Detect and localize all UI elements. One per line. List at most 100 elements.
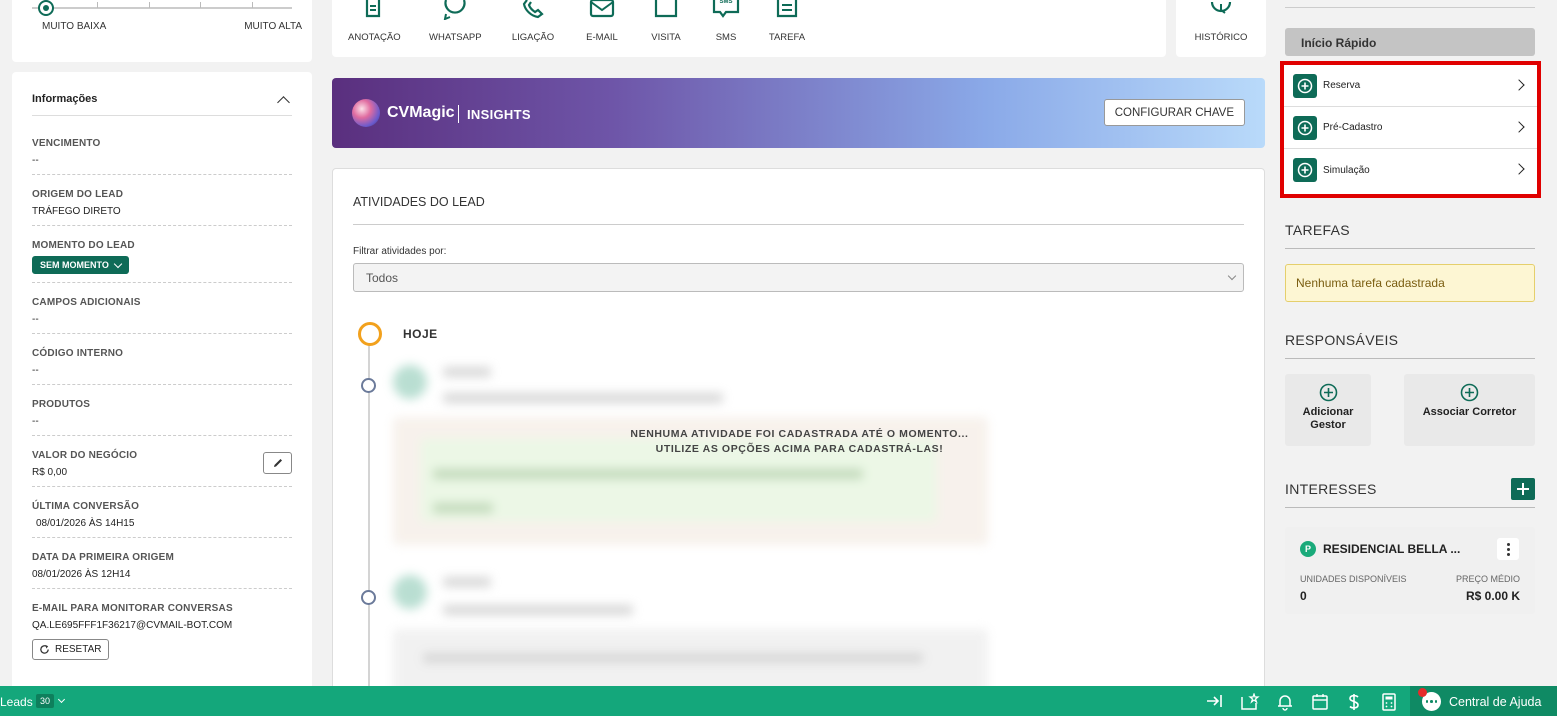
- calculator-icon[interactable]: [1381, 693, 1397, 711]
- quick-item-pre-cadastro[interactable]: Pré-Cadastro: [1284, 107, 1537, 149]
- action-label: TAREFA: [768, 32, 806, 43]
- associate-broker-button[interactable]: Associar Corretor: [1404, 374, 1535, 446]
- price-value: R$ 0.00 K: [1465, 589, 1520, 603]
- units-label: UNIDADES DISPONÍVEIS: [1300, 574, 1407, 584]
- field-value: 08/01/2026 ÀS 14H15: [36, 518, 135, 529]
- history-button[interactable]: HISTÓRICO: [1176, 0, 1266, 57]
- field-label: VALOR DO NEGÓCIO: [32, 450, 138, 461]
- edit-value-button[interactable]: [263, 452, 292, 474]
- chevron-down-icon[interactable]: [57, 695, 66, 704]
- action-visita[interactable]: VISITA: [644, 0, 688, 43]
- slider-tick: [200, 2, 201, 8]
- price-label: PREÇO MÉDIO: [1455, 574, 1520, 584]
- field-produtos: PRODUTOS --: [32, 385, 292, 436]
- action-tarefa[interactable]: TAREFA: [764, 0, 810, 43]
- quick-item-simulacao[interactable]: Simulação: [1284, 149, 1537, 191]
- bottom-bar: Leads 30 Central de Ajuda: [0, 686, 1557, 716]
- priority-slider-card: MUITO BAIXA MUITO ALTA: [12, 0, 312, 62]
- quick-start-menu: Reserva Pré-Cadastro Simulação: [1280, 61, 1541, 198]
- associate-broker-label: Associar Corretor: [1422, 406, 1517, 418]
- field-value: R$ 0,00: [32, 467, 68, 478]
- no-tasks-alert: Nenhuma tarefa cadastrada: [1285, 264, 1535, 302]
- plus-circle-icon: [1293, 73, 1317, 98]
- field-label: CAMPOS ADICIONAIS: [32, 297, 141, 308]
- momento-dropdown-button[interactable]: SEM MOMENTO: [32, 256, 129, 274]
- field-label: DATA DA PRIMEIRA ORIGEM: [32, 552, 175, 563]
- field-value: --: [32, 155, 39, 166]
- field-campos: CAMPOS ADICIONAIS --: [32, 283, 292, 334]
- kebab-menu-icon[interactable]: [1497, 538, 1519, 560]
- action-sms[interactable]: SMS SMS: [708, 0, 744, 43]
- action-email[interactable]: E-MAIL: [580, 0, 624, 43]
- priority-slider-track[interactable]: [32, 7, 292, 9]
- dollar-icon[interactable]: [1347, 693, 1361, 711]
- field-value: QA.LE695FFF1F36217@CVMAIL-BOT.COM: [32, 620, 233, 631]
- field-valor: VALOR DO NEGÓCIO R$ 0,00: [32, 436, 292, 487]
- interests-title: INTERESSES: [1285, 481, 1377, 497]
- reset-button[interactable]: RESETAR: [32, 639, 109, 660]
- banner-product: INSIGHTS: [467, 107, 531, 122]
- whatsapp-icon: [443, 0, 466, 20]
- add-manager-button[interactable]: Adicionar Gestor: [1285, 374, 1371, 446]
- plus-icon: [1517, 483, 1529, 495]
- action-anotacao[interactable]: ANOTAÇÃO: [348, 0, 401, 43]
- field-value: --: [32, 416, 39, 427]
- empty-message-line: NENHUMA ATIVIDADE FOI CADASTRADA ATÉ O M…: [630, 428, 969, 440]
- divider: [1285, 507, 1535, 508]
- priority-slider-knob[interactable]: [38, 0, 54, 16]
- note-icon: [365, 0, 381, 18]
- field-primeira: DATA DA PRIMEIRA ORIGEM 08/01/2026 ÀS 12…: [32, 538, 292, 589]
- info-header[interactable]: Informações: [32, 72, 292, 116]
- quick-start-header: Início Rápido: [1285, 28, 1535, 56]
- interest-name: RESIDENCIAL BELLA ...: [1323, 542, 1461, 556]
- cvmagic-logo: [352, 99, 380, 127]
- plus-circle-icon: [1293, 158, 1317, 182]
- leads-count-badge: 30: [36, 694, 55, 708]
- responsibles-title: RESPONSÁVEIS: [1285, 332, 1399, 348]
- configure-key-button[interactable]: CONFIGURAR CHAVE: [1103, 99, 1245, 126]
- add-interest-button[interactable]: [1511, 478, 1535, 500]
- cvmagic-insights-banner: CVMagic INSIGHTS CONFIGURAR CHAVE: [332, 78, 1265, 148]
- chevron-right-icon: [1513, 79, 1525, 91]
- field-label: E-MAIL PARA MONITORAR CONVERSAS: [32, 603, 233, 614]
- action-whatsapp[interactable]: WHATSAPP: [429, 0, 482, 43]
- calendar-star-icon[interactable]: [1240, 693, 1260, 711]
- field-label: PRODUTOS: [32, 399, 91, 410]
- field-ultima: ÚLTIMA CONVERSÃO 08/01/2026 ÀS 14H15: [32, 487, 292, 538]
- divider: [1285, 7, 1535, 8]
- calendar-icon[interactable]: [1311, 693, 1329, 711]
- chevron-up-icon[interactable]: [277, 96, 290, 109]
- reset-label: RESETAR: [55, 644, 102, 655]
- action-ligacao[interactable]: LIGAÇÃO: [509, 0, 557, 43]
- help-center-button[interactable]: Central de Ajuda: [1410, 686, 1557, 716]
- field-label: MOMENTO DO LEAD: [32, 240, 135, 251]
- plus-circle-icon: [1319, 383, 1337, 402]
- empty-message-line: UTILIZE AS OPÇÕES ACIMA PARA CADASTRÁ-LA…: [655, 443, 944, 455]
- quick-item-reserva[interactable]: Reserva: [1284, 65, 1537, 107]
- exit-arrow-icon[interactable]: [1206, 693, 1224, 709]
- help-center-label: Central de Ajuda: [1449, 695, 1542, 709]
- action-label: VISITA: [651, 32, 681, 43]
- leads-tab-label[interactable]: Leads: [0, 695, 33, 709]
- slider-tick: [97, 2, 98, 8]
- divider: [1285, 248, 1535, 249]
- banner-brand: CVMagic: [387, 104, 455, 121]
- slider-min-label: MUITO BAIXA: [42, 21, 107, 32]
- slider-tick: [149, 2, 150, 8]
- field-label: VENCIMENTO: [32, 138, 101, 149]
- action-label: WHATSAPP: [429, 32, 482, 43]
- field-label: ORIGEM DO LEAD: [32, 189, 124, 200]
- quick-item-label: Simulação: [1323, 164, 1370, 176]
- field-origem: ORIGEM DO LEAD TRÁFEGO DIRETO: [32, 175, 292, 226]
- bell-icon[interactable]: [1277, 693, 1293, 711]
- product-badge: P: [1300, 541, 1316, 557]
- label-line: Gestor: [1310, 419, 1346, 431]
- interest-card[interactable]: P RESIDENCIAL BELLA ... UNIDADES DISPONÍ…: [1285, 527, 1535, 614]
- pencil-icon: [273, 459, 282, 467]
- history-icon: [1210, 1, 1232, 14]
- action-label: ANOTAÇÃO: [348, 32, 401, 43]
- lead-activities-panel: ATIVIDADES DO LEAD Filtrar atividades po…: [332, 168, 1265, 698]
- field-momento: MOMENTO DO LEAD SEM MOMENTO: [32, 226, 292, 283]
- quick-item-label: Pré-Cadastro: [1323, 122, 1383, 133]
- svg-text:SMS: SMS: [719, 0, 732, 5]
